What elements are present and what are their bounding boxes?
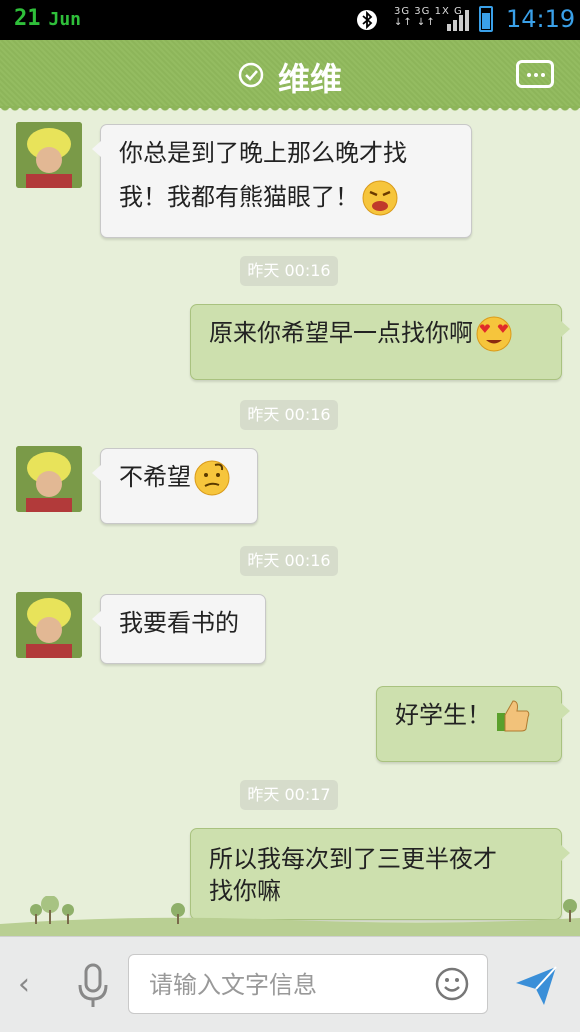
status-bar: 21 Jun 3G 3G 1X G ↓↑ ↓↑ 14:19 (0, 0, 580, 40)
confused-emoji (194, 460, 230, 496)
verified-check-icon (238, 62, 264, 88)
timestamp: 昨天 00:17 (240, 780, 338, 810)
timestamp: 昨天 00:16 (240, 256, 338, 286)
timestamp: 昨天 00:16 (240, 546, 338, 576)
message-text-line: 所以我每次到了三更半夜才 (209, 845, 497, 873)
thumbs-up-emoji (497, 700, 530, 732)
message-bubble-incoming[interactable]: 我要看书的 (92, 594, 266, 664)
status-day: 21 (14, 6, 41, 31)
message-bubble-incoming[interactable]: 不希望 (92, 448, 258, 524)
message-input-field[interactable] (128, 954, 488, 1014)
contact-avatar[interactable] (16, 446, 82, 512)
angry-emoji (362, 180, 398, 216)
status-time: 14:19 (506, 5, 576, 33)
status-date: 21 Jun (14, 6, 81, 31)
bluetooth-icon (357, 10, 377, 30)
message-bubble-outgoing[interactable]: 好学生！ (376, 686, 570, 762)
microphone-icon[interactable] (76, 963, 110, 1009)
message-text-line: 我！我都有熊猫眼了！ (119, 183, 359, 211)
more-menu-icon[interactable] (516, 60, 554, 88)
message-input-bar: ‹ (0, 936, 580, 1032)
timestamp: 昨天 00:16 (240, 400, 338, 430)
message-bubble-incoming[interactable]: 你总是到了晚上那么晚才找 我！我都有熊猫眼了！ (92, 124, 472, 238)
back-chevron-icon[interactable]: ‹ (18, 967, 30, 1002)
send-icon[interactable] (514, 963, 558, 1007)
message-text-line: 我要看书的 (119, 609, 239, 637)
message-text-line: 好学生！ (395, 701, 491, 729)
background-scenery (0, 896, 580, 936)
contact-avatar[interactable] (16, 122, 82, 188)
message-input[interactable] (147, 967, 411, 1003)
heart-eyes-emoji (476, 316, 512, 352)
contact-name: 维维 (278, 60, 343, 98)
message-text-line: 不希望 (119, 463, 191, 491)
signal-icon (447, 10, 469, 31)
message-list[interactable]: 你总是到了晚上那么晚才找 我！我都有熊猫眼了！ 昨天 00:16 原来你希望早一… (0, 110, 580, 936)
message-text-line: 你总是到了晚上那么晚才找 (119, 139, 407, 167)
status-month: Jun (48, 9, 82, 30)
message-text-line: 原来你希望早一点找你啊 (209, 319, 473, 347)
battery-icon (479, 6, 493, 32)
chat-header: 维维 (0, 40, 580, 114)
message-bubble-outgoing[interactable]: 原来你希望早一点找你啊 (190, 304, 570, 380)
smiley-icon[interactable] (435, 967, 469, 1001)
contact-avatar[interactable] (16, 592, 82, 658)
